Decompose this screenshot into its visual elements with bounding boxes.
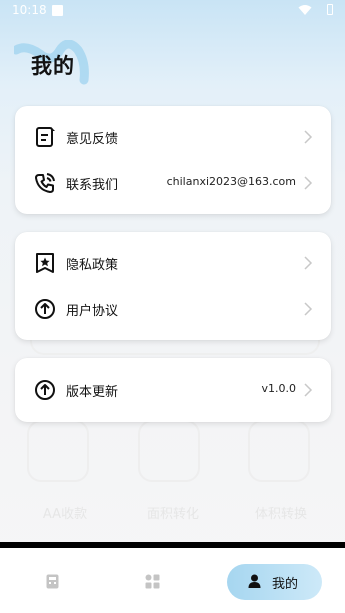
menu-item-label: 隐私政策 xyxy=(66,258,119,273)
page-title: 我的 xyxy=(31,54,75,78)
tab-label: 我的 xyxy=(272,577,299,592)
menu-item-update[interactable]: 版本更新 v1.0.0 xyxy=(15,367,331,413)
chevron-right-icon xyxy=(304,256,313,270)
background-tile-icon xyxy=(248,420,310,482)
tab-profile[interactable]: 我的 xyxy=(227,564,322,600)
chevron-right-icon xyxy=(304,383,313,397)
settings-card-support: 意见反馈 联系我们 chilanxi2023@163.com xyxy=(15,106,331,214)
tab-calculator[interactable] xyxy=(36,564,70,600)
update-arrow-icon xyxy=(35,380,55,400)
user-icon xyxy=(248,574,261,588)
wifi-icon xyxy=(298,5,312,15)
agreement-arrow-icon xyxy=(35,299,55,319)
menu-item-privacy[interactable]: 隐私政策 xyxy=(15,240,331,286)
menu-item-agreement[interactable]: 用户协议 xyxy=(15,286,331,332)
status-bar: 10:18 xyxy=(0,0,345,22)
menu-item-label: 用户协议 xyxy=(66,304,119,319)
background-tile-label: 面积转化 xyxy=(146,507,199,522)
settings-card-legal: 隐私政策 用户协议 xyxy=(15,232,331,340)
apps-icon xyxy=(145,574,160,589)
status-time: 10:18 xyxy=(12,3,47,17)
notification-icon xyxy=(52,5,63,16)
feedback-icon xyxy=(36,127,55,147)
menu-item-label: 联系我们 xyxy=(66,178,119,193)
version-value: v1.0.0 xyxy=(261,382,297,395)
menu-item-feedback[interactable]: 意见反馈 xyxy=(15,114,331,160)
chevron-right-icon xyxy=(304,130,313,144)
privacy-star-icon xyxy=(36,253,54,273)
background-tile-label: AA收款 xyxy=(42,507,88,522)
menu-item-label: 版本更新 xyxy=(66,385,119,400)
tab-apps[interactable] xyxy=(136,564,170,600)
chevron-right-icon xyxy=(304,302,313,316)
battery-icon xyxy=(327,4,333,15)
chevron-right-icon xyxy=(304,176,313,190)
bottom-tabbar: 我的 xyxy=(0,548,345,613)
background-tile-icon xyxy=(27,420,89,482)
menu-item-label: 意见反馈 xyxy=(66,132,119,147)
page-header: 我的 xyxy=(14,40,94,88)
background-tile-icon xyxy=(138,420,200,482)
settings-card-version: 版本更新 v1.0.0 xyxy=(15,358,331,422)
background-tile-label: 体积转换 xyxy=(254,507,307,522)
menu-item-contact[interactable]: 联系我们 chilanxi2023@163.com xyxy=(15,160,331,206)
contact-email: chilanxi2023@163.com xyxy=(166,175,296,188)
calculator-icon xyxy=(46,574,59,589)
phone-icon xyxy=(35,173,55,193)
